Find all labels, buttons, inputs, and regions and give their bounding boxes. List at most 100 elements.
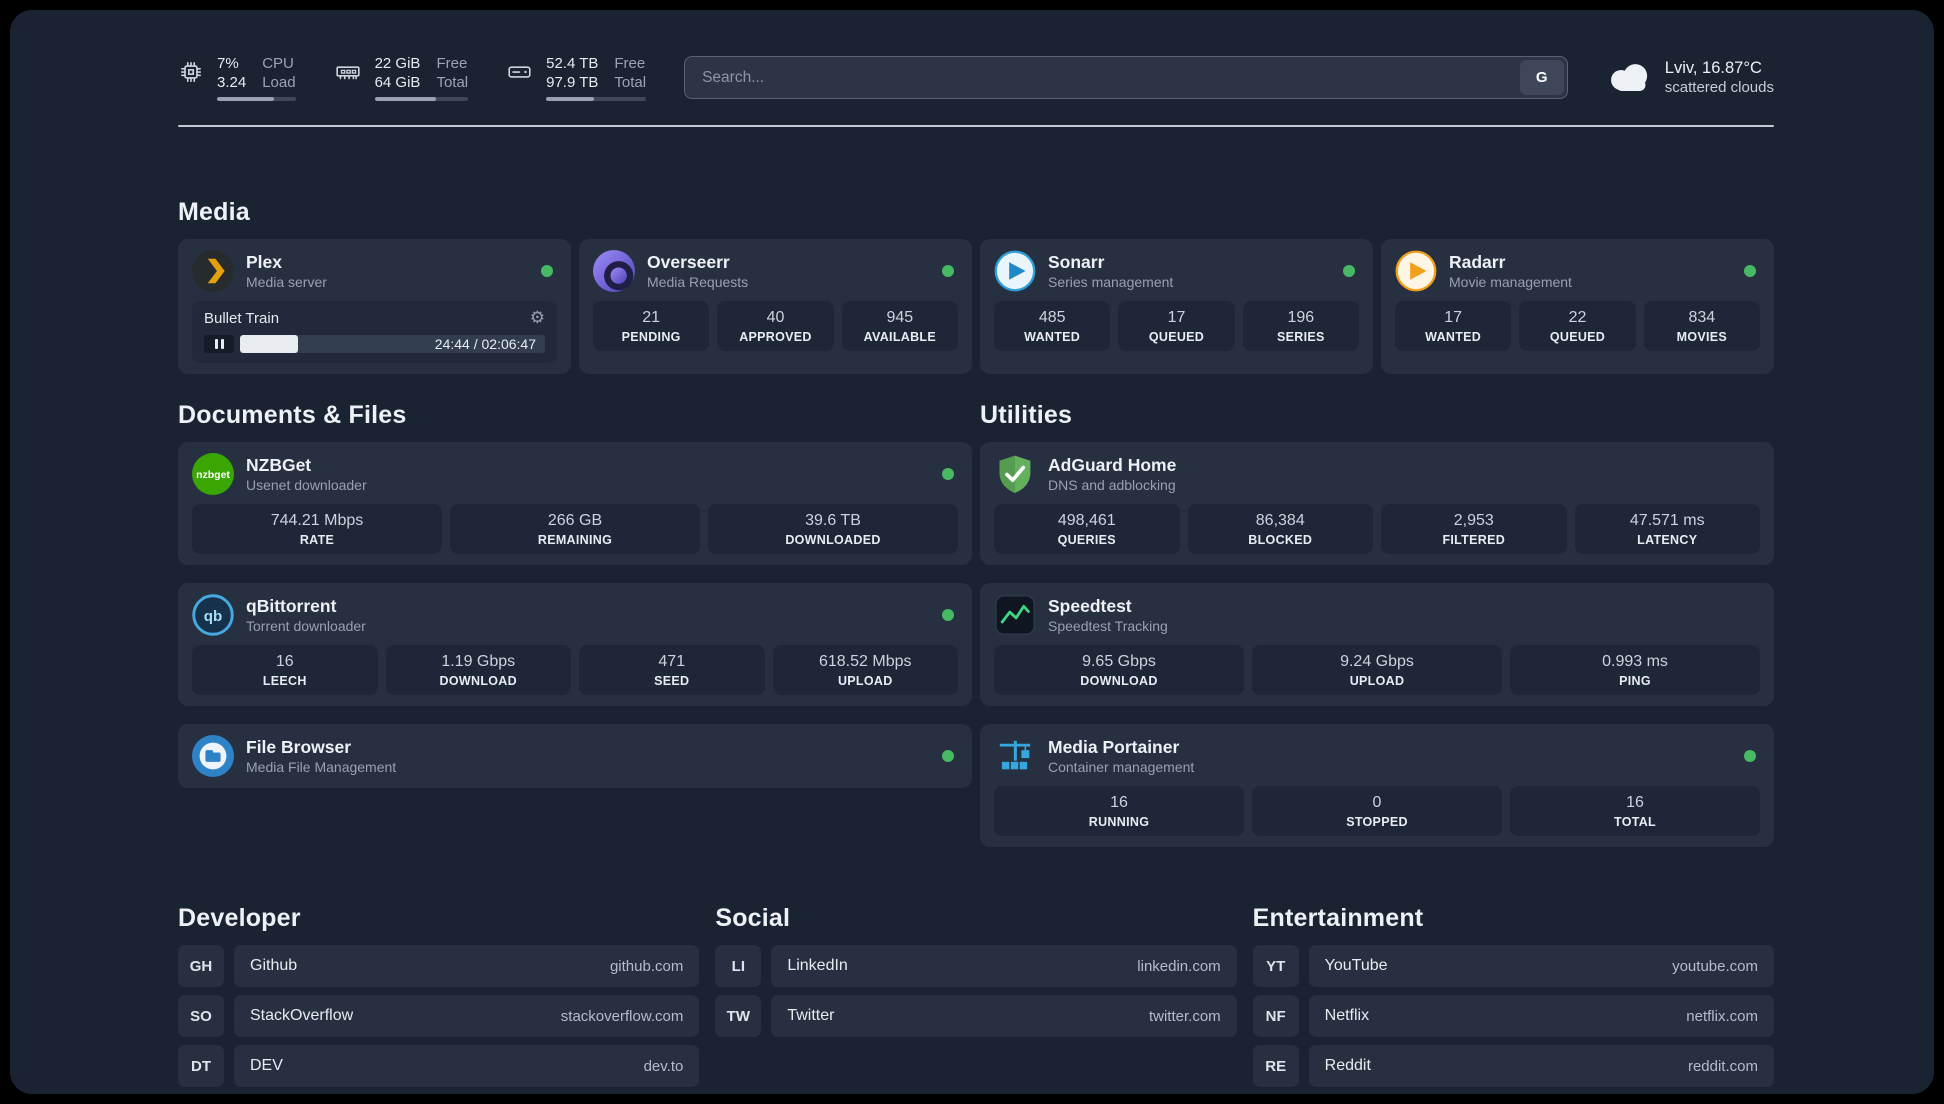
stat-value: 17 bbox=[1167, 309, 1186, 326]
cpu-progress-bar bbox=[217, 97, 296, 101]
stat-box: 86,384 BLOCKED bbox=[1187, 504, 1373, 554]
app-subtitle: Series management bbox=[1048, 274, 1174, 290]
stat-value: 0.993 ms bbox=[1602, 653, 1668, 670]
bookmark-abbr[interactable]: TW bbox=[715, 995, 762, 1037]
stat-box: 17 QUEUED bbox=[1118, 301, 1235, 351]
app-card-qbittorrent[interactable]: qb qBittorrent Torrent downloader 16 LEE… bbox=[178, 583, 972, 706]
stat-value: 945 bbox=[886, 309, 914, 326]
disk-free-label: Free bbox=[614, 55, 646, 72]
stat-value: 47.571 ms bbox=[1629, 512, 1705, 529]
stat-value: 266 GB bbox=[547, 512, 603, 529]
bookmark-abbr[interactable]: SO bbox=[178, 995, 224, 1037]
memory-free-value: 22 GiB bbox=[374, 55, 421, 72]
bookmark-link[interactable]: YouTube youtube.com bbox=[1308, 945, 1774, 987]
bookmark-link[interactable]: Reddit reddit.com bbox=[1308, 1045, 1774, 1087]
svg-text:qb: qb bbox=[204, 608, 223, 625]
memory-icon bbox=[334, 59, 362, 101]
cpu-readout: 7% 3.24 CPU Load bbox=[217, 54, 296, 101]
stat-label: LATENCY bbox=[1637, 533, 1698, 547]
app-card-radarr[interactable]: Radarr Movie management 17 WANTED 22 QUE… bbox=[1381, 239, 1774, 374]
weather-location: Lviv, 16.87°C bbox=[1664, 59, 1762, 77]
bookmark-abbr[interactable]: YT bbox=[1252, 945, 1299, 987]
card-header: Sonarr Series management bbox=[994, 250, 1359, 292]
gear-icon[interactable]: ⚙ bbox=[530, 309, 545, 327]
app-card-adguard[interactable]: AdGuard Home DNS and adblocking 498,461 … bbox=[980, 442, 1774, 565]
app-titles: Radarr Movie management bbox=[1449, 251, 1572, 291]
bookmark-domain: stackoverflow.com bbox=[560, 1007, 684, 1025]
plex-now-playing: Bullet Train ⚙ 24:44 / 02:06:47 bbox=[192, 301, 557, 363]
bookmark-abbr[interactable]: LI bbox=[715, 945, 762, 987]
svg-text:nzbget: nzbget bbox=[196, 469, 230, 481]
pause-button[interactable] bbox=[204, 335, 234, 353]
stat-label: RUNNING bbox=[1088, 815, 1150, 829]
stat-label: FILTERED bbox=[1442, 533, 1506, 547]
media-grid: Plex Media server Bullet Train ⚙ 24:44 /… bbox=[178, 239, 1774, 374]
section-title-utilities: Utilities bbox=[980, 401, 1073, 429]
bookmark-row[interactable]: YT YouTube youtube.com bbox=[1252, 945, 1774, 987]
bookmark-abbr[interactable]: RE bbox=[1252, 1045, 1299, 1087]
bookmark-row[interactable]: NF Netflix netflix.com bbox=[1252, 995, 1774, 1037]
radarr-icon bbox=[1395, 250, 1437, 292]
stat-box: 39.6 TB DOWNLOADED bbox=[708, 504, 958, 554]
bookmark-row[interactable]: TW Twitter twitter.com bbox=[715, 995, 1237, 1037]
app-card-overseerr[interactable]: Overseerr Media Requests 21 PENDING 40 A… bbox=[579, 239, 972, 374]
bookmark-abbr[interactable]: NF bbox=[1252, 995, 1299, 1037]
app-card-filebrowser[interactable]: File Browser Media File Management bbox=[178, 724, 972, 788]
status-dot bbox=[942, 468, 954, 480]
bookmark-row[interactable]: LI LinkedIn linkedin.com bbox=[715, 945, 1237, 987]
app-subtitle: Usenet downloader bbox=[246, 477, 367, 493]
stat-value: 471 bbox=[658, 653, 686, 670]
bookmark-row[interactable]: DT DEV dev.to bbox=[178, 1045, 700, 1087]
bookmark-abbr[interactable]: DT bbox=[178, 1045, 224, 1087]
bookmark-link[interactable]: LinkedIn linkedin.com bbox=[771, 945, 1237, 987]
portainer-icon bbox=[994, 735, 1036, 777]
app-card-plex[interactable]: Plex Media server Bullet Train ⚙ 24:44 /… bbox=[178, 239, 571, 374]
bookmark-link[interactable]: DEV dev.to bbox=[234, 1045, 700, 1087]
stat-value: 485 bbox=[1038, 309, 1066, 326]
bookmark-link[interactable]: Netflix netflix.com bbox=[1308, 995, 1774, 1037]
stat-value: 22 bbox=[1568, 309, 1587, 326]
stat-value: 1.19 Gbps bbox=[441, 653, 516, 670]
section-title-media: Media bbox=[178, 198, 250, 226]
app-title: Radarr bbox=[1449, 252, 1506, 272]
stat-label: AVAILABLE bbox=[863, 330, 936, 344]
bookmark-row[interactable]: RE Reddit reddit.com bbox=[1252, 1045, 1774, 1087]
app-title: qBittorrent bbox=[246, 596, 337, 616]
bookmark-link[interactable]: Github github.com bbox=[234, 945, 700, 987]
stat-box: 16 RUNNING bbox=[994, 786, 1244, 836]
status-dot bbox=[541, 265, 553, 277]
stat-box: 1.19 Gbps DOWNLOAD bbox=[385, 645, 571, 695]
card-header: File Browser Media File Management bbox=[192, 735, 958, 777]
bookmark-domain: reddit.com bbox=[1687, 1057, 1758, 1075]
playback-progress-bar[interactable]: 24:44 / 02:06:47 bbox=[240, 335, 545, 353]
app-titles: qBittorrent Torrent downloader bbox=[246, 595, 366, 635]
cpu-load-label: Load bbox=[262, 74, 296, 91]
status-dot bbox=[942, 609, 954, 621]
app-card-nzbget[interactable]: nzbget NZBGet Usenet downloader 744.21 M… bbox=[178, 442, 972, 565]
bookmark-link[interactable]: Twitter twitter.com bbox=[771, 995, 1237, 1037]
stat-label: RATE bbox=[299, 533, 335, 547]
stat-box: 2,953 FILTERED bbox=[1381, 504, 1567, 554]
stat-box: 744.21 Mbps RATE bbox=[192, 504, 442, 554]
bookmark-domain: dev.to bbox=[643, 1057, 684, 1075]
memory-readout: 22 GiB 64 GiB Free Total bbox=[374, 54, 469, 101]
memory-progress-bar bbox=[374, 97, 469, 101]
playback-time: 24:44 / 02:06:47 bbox=[434, 336, 536, 352]
app-card-speedtest[interactable]: Speedtest Speedtest Tracking 9.65 Gbps D… bbox=[980, 583, 1774, 706]
plex-icon bbox=[192, 250, 234, 292]
bookmark-link[interactable]: StackOverflow stackoverflow.com bbox=[234, 995, 700, 1037]
bookmark-domain: linkedin.com bbox=[1137, 957, 1221, 975]
stat-label: TOTAL bbox=[1613, 815, 1656, 829]
app-title: Sonarr bbox=[1048, 252, 1105, 272]
app-card-sonarr[interactable]: Sonarr Series management 485 WANTED 17 Q… bbox=[980, 239, 1373, 374]
bookmark-row[interactable]: SO StackOverflow stackoverflow.com bbox=[178, 995, 700, 1037]
status-dot bbox=[942, 265, 954, 277]
stat-label: UPLOAD bbox=[837, 674, 893, 688]
status-dot bbox=[1343, 265, 1355, 277]
app-card-portainer[interactable]: Media Portainer Container management 16 … bbox=[980, 724, 1774, 847]
bookmark-abbr[interactable]: GH bbox=[178, 945, 224, 987]
search-provider-button[interactable]: G bbox=[1519, 60, 1564, 95]
stat-value: 17 bbox=[1444, 309, 1463, 326]
bookmark-row[interactable]: GH Github github.com bbox=[178, 945, 700, 987]
search-input[interactable] bbox=[688, 68, 1520, 87]
